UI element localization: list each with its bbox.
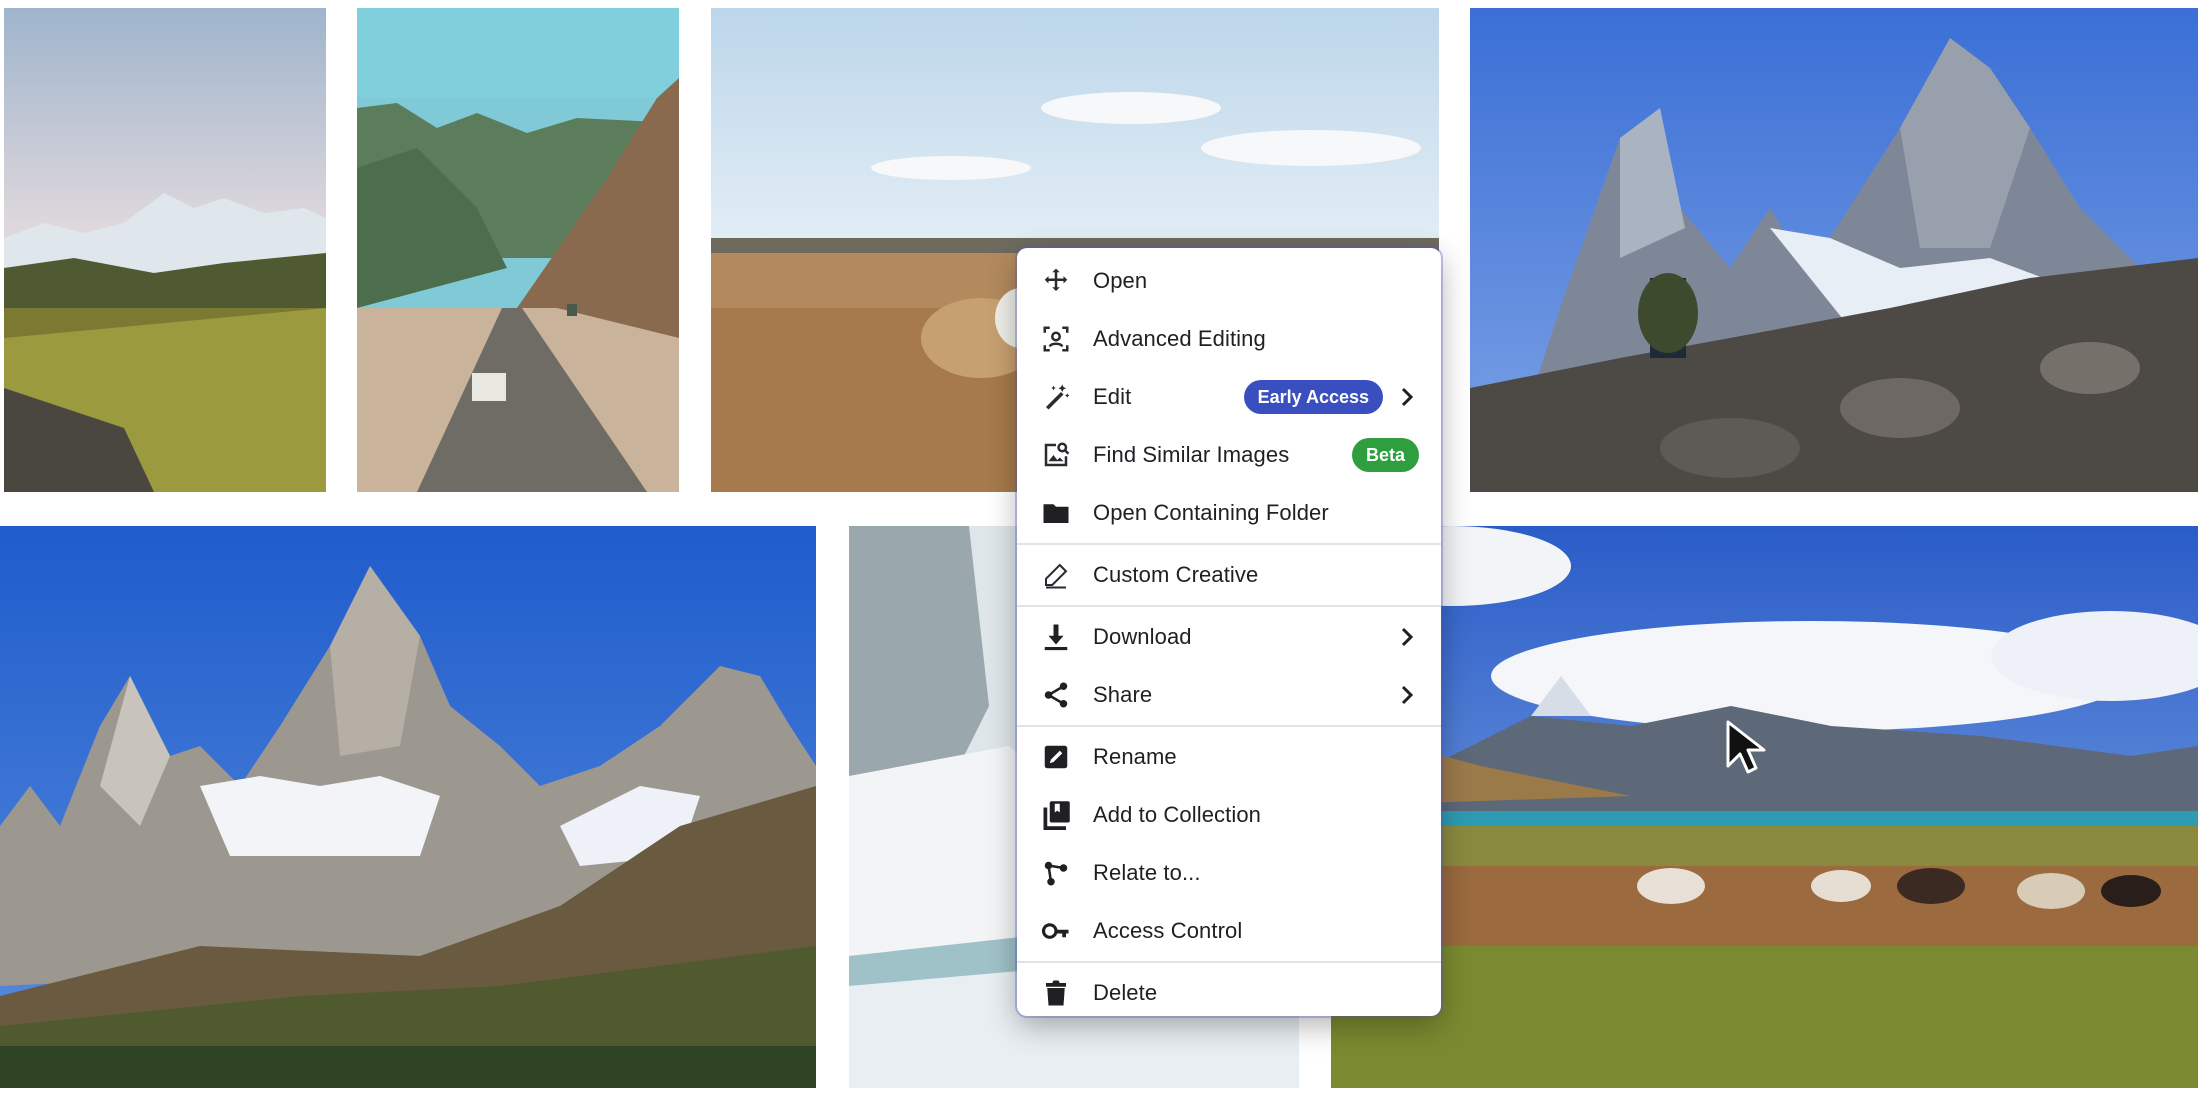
rename-icon — [1039, 740, 1073, 774]
menu-item-label: Rename — [1093, 744, 1177, 769]
menu-item-open[interactable]: Open — [1017, 252, 1441, 310]
menu-item-share[interactable]: Share — [1017, 666, 1441, 724]
menu-divider — [1017, 725, 1441, 727]
menu-item-label: Access Control — [1093, 918, 1243, 943]
folder-icon — [1039, 496, 1073, 530]
download-icon — [1039, 620, 1073, 654]
key-icon — [1039, 914, 1073, 948]
share-icon — [1039, 678, 1073, 712]
menu-item-label: Relate to... — [1093, 860, 1201, 885]
image-search-icon — [1039, 438, 1073, 472]
pencil-icon — [1039, 558, 1073, 592]
menu-divider — [1017, 961, 1441, 963]
photo-tile-desert-road[interactable] — [357, 8, 679, 492]
chevron-right-icon — [1401, 685, 1414, 705]
beta-badge: Beta — [1351, 438, 1419, 472]
menu-item-add-to-collection[interactable]: Add to Collection — [1017, 786, 1441, 844]
mouse-cursor-icon — [1726, 720, 1766, 774]
menu-divider — [1017, 543, 1441, 545]
menu-item-advanced-editing[interactable]: Advanced Editing — [1017, 310, 1441, 368]
trash-icon — [1039, 976, 1073, 1010]
menu-item-label: Open — [1093, 268, 1148, 293]
move-arrows-icon — [1039, 264, 1073, 298]
menu-item-label: Download — [1093, 624, 1192, 649]
collection-icon — [1039, 798, 1073, 832]
menu-item-label: Custom Creative — [1093, 562, 1259, 587]
chevron-right-icon — [1401, 387, 1414, 407]
chevron-right-icon — [1401, 627, 1414, 647]
menu-item-label: Share — [1093, 682, 1153, 707]
menu-item-label: Edit — [1093, 384, 1132, 409]
menu-item-label: Delete — [1093, 980, 1158, 1005]
photo-tile-hiker-mountain[interactable] — [1470, 8, 2198, 492]
menu-item-relate-to[interactable]: Relate to... — [1017, 844, 1441, 902]
photo-tile-mountain-meadow[interactable] — [4, 8, 326, 492]
menu-item-edit[interactable]: Edit Early Access — [1017, 368, 1441, 426]
photo-tile-wild-horses-lake[interactable] — [1331, 526, 2198, 1088]
menu-item-open-containing-folder[interactable]: Open Containing Folder — [1017, 484, 1441, 542]
menu-item-access-control[interactable]: Access Control — [1017, 902, 1441, 960]
face-scan-icon — [1039, 322, 1073, 356]
magic-wand-icon — [1039, 380, 1073, 414]
menu-item-label: Find Similar Images — [1093, 442, 1290, 467]
photo-tile-fitz-roy[interactable] — [0, 526, 816, 1088]
menu-item-label: Open Containing Folder — [1093, 500, 1329, 525]
menu-divider — [1017, 605, 1441, 607]
context-menu: Open Advanced Editing Edit Early Access … — [1017, 248, 1441, 1016]
menu-item-delete[interactable]: Delete — [1017, 964, 1441, 1022]
menu-item-rename[interactable]: Rename — [1017, 728, 1441, 786]
menu-item-download[interactable]: Download — [1017, 608, 1441, 666]
relate-nodes-icon — [1039, 856, 1073, 890]
early-access-badge: Early Access — [1243, 380, 1383, 414]
menu-item-label: Advanced Editing — [1093, 326, 1266, 351]
menu-item-custom-creative[interactable]: Custom Creative — [1017, 546, 1441, 604]
menu-item-find-similar-images[interactable]: Find Similar Images Beta — [1017, 426, 1441, 484]
menu-item-label: Add to Collection — [1093, 802, 1262, 827]
